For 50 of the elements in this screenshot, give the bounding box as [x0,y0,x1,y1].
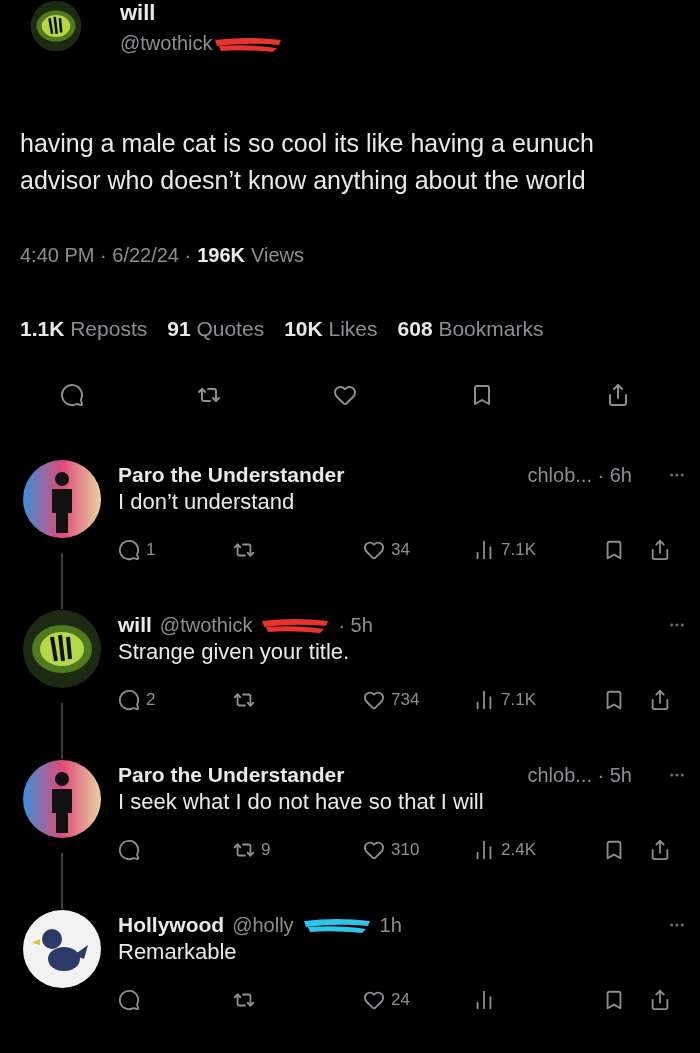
reply-icon[interactable] [118,539,140,561]
reply-icon[interactable] [60,383,84,407]
reply-text: Strange given your title. [118,638,351,666]
reply-text: I seek what I do not have so that I will [118,788,485,816]
reply-time: 1h [379,913,402,937]
reply-author-name: Paro the Understander [118,763,345,787]
reply-author-name: will [118,613,152,637]
reply-icon[interactable] [118,839,140,861]
like-count: 734 [391,690,420,710]
reply-count: 2 [146,690,156,710]
like-icon[interactable] [363,689,385,711]
reply-handle: @holly [232,913,294,937]
like-count: 24 [391,990,410,1010]
reply-author-name: Hollywood [118,913,225,937]
like-icon[interactable] [333,383,357,407]
reply-text: Remarkable [118,938,238,966]
like-count: 310 [391,840,420,860]
views-label: Views [251,244,304,267]
share-icon[interactable] [606,383,630,407]
views-count: 2.4K [501,840,536,860]
engagement-stat[interactable]: 608 Bookmarks [397,317,544,341]
like-count: 34 [391,540,410,560]
share-icon[interactable] [649,989,671,1011]
views-count: 196K [197,244,245,267]
share-icon[interactable] [649,689,671,711]
reply-text: I don’t understand [118,488,296,516]
share-icon[interactable] [649,839,671,861]
engagement-stat[interactable]: 1.1K Reposts [20,317,148,341]
reply-icon[interactable] [118,989,140,1011]
reply-handle: chlob... · 5h [527,763,632,787]
reply-count: 1 [146,540,156,560]
repost-count: 9 [261,840,271,860]
timestamp: 4:40 PM · 6/22/24 · [20,244,192,267]
like-icon[interactable] [363,989,385,1011]
like-icon[interactable] [363,539,385,561]
tweet-text: having a male cat is so cool its like having a eunuch advisor who doesn’t know anything about the world [20,128,595,196]
share-icon[interactable] [649,539,671,561]
views-count: 7.1K [501,540,536,560]
author-handle: @twothick [120,32,213,55]
reply-handle: @twothick [159,613,253,637]
reply-time: · 5h [338,613,373,637]
views-count: 7.1K [501,690,536,710]
author-name: will [120,0,157,26]
like-icon[interactable] [363,839,385,861]
eye-avatar [30,0,82,52]
reply-icon[interactable] [118,689,140,711]
engagement-stat[interactable]: 91 Quotes [167,317,265,341]
engagement-stat[interactable]: 10K Likes [284,317,378,341]
reply-handle: chlob... · 6h [527,463,632,487]
reply-author-name: Paro the Understander [118,463,345,487]
